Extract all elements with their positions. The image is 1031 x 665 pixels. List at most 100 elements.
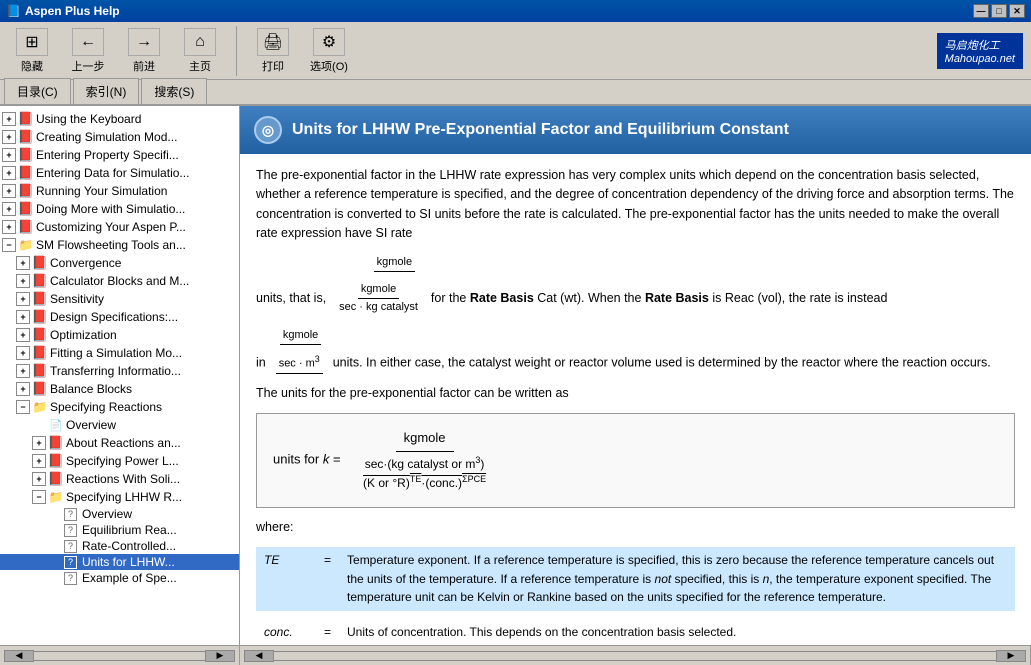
- sidebar-item-rate-controlled[interactable]: ? Rate-Controlled...: [0, 538, 239, 554]
- sidebar-label-equilibrium: Equilibrium Rea...: [82, 523, 177, 537]
- sidebar-item-about[interactable]: + 📕 About Reactions an...: [0, 434, 239, 452]
- hide-icon: ⊞: [16, 28, 48, 56]
- sidebar-item-power[interactable]: + 📕 Specifying Power L...: [0, 452, 239, 470]
- expand-property[interactable]: +: [2, 148, 16, 162]
- eq-conc: =: [316, 619, 339, 645]
- forward-button[interactable]: → 前进: [120, 26, 168, 76]
- sidebar-label-units-lhhw: Units for LHHW...: [82, 555, 175, 569]
- sidebar-label-specifying: Specifying Reactions: [50, 400, 162, 414]
- print-button[interactable]: 🖨 打印: [249, 26, 297, 76]
- expand-doing[interactable]: +: [2, 202, 16, 216]
- back-button[interactable]: ← 上一步: [64, 26, 112, 76]
- sidebar-item-design[interactable]: + 📕 Design Specifications:...: [0, 308, 239, 326]
- options-icon: ⚙: [313, 28, 345, 56]
- sidebar-item-transferring[interactable]: + 📕 Transferring Informatio...: [0, 362, 239, 380]
- sidebar-item-solid[interactable]: + 📕 Reactions With Soli...: [0, 470, 239, 488]
- sidebar-item-equilibrium[interactable]: ? Equilibrium Rea...: [0, 522, 239, 538]
- back-label: 上一步: [72, 58, 105, 74]
- expand-power[interactable]: +: [32, 454, 46, 468]
- expand-convergence[interactable]: +: [16, 256, 30, 270]
- expand-keyboard[interactable]: +: [2, 112, 16, 126]
- h-scroll-content-right[interactable]: ▶: [996, 650, 1026, 662]
- para3: in sec · m3 units. In either case, the c…: [256, 353, 1015, 374]
- sidebar-item-customizing[interactable]: + 📕 Customizing Your Aspen P...: [0, 218, 239, 236]
- folder-icon-sm: 📁: [18, 237, 34, 253]
- expand-about[interactable]: +: [32, 436, 46, 450]
- units-fraction-2: kgmole sec · kg catalyst: [336, 281, 421, 316]
- expand-running[interactable]: +: [2, 184, 16, 198]
- sidebar-item-running[interactable]: + 📕 Running Your Simulation: [0, 182, 239, 200]
- expand-customizing[interactable]: +: [2, 220, 16, 234]
- sidebar-item-overview1[interactable]: 📄 Overview: [0, 416, 239, 434]
- forward-icon: →: [128, 28, 160, 56]
- hide-button[interactable]: ⊞ 隐藏: [8, 26, 56, 76]
- book-icon-4: 📕: [18, 165, 34, 181]
- book-icon-5: 📕: [18, 183, 34, 199]
- expand-entering-data[interactable]: +: [2, 166, 16, 180]
- sidebar-item-optimization[interactable]: + 📕 Optimization: [0, 326, 239, 344]
- home-icon: ⌂: [184, 28, 216, 56]
- book-icon-11: 📕: [32, 309, 48, 325]
- expand-fitting[interactable]: +: [16, 346, 30, 360]
- sidebar-item-example[interactable]: ? Example of Spe...: [0, 570, 239, 586]
- forward-label: 前进: [133, 58, 155, 74]
- print-icon: 🖨: [257, 28, 289, 56]
- sidebar-item-units-lhhw[interactable]: ? Units for LHHW...: [0, 554, 239, 570]
- content-header: ◎ Units for LHHW Pre-Exponential Factor …: [240, 106, 1031, 154]
- expand-calc[interactable]: +: [16, 274, 30, 288]
- expand-transferring[interactable]: +: [16, 364, 30, 378]
- options-button[interactable]: ⚙ 选项(O): [305, 26, 353, 76]
- sidebar-label-solid: Reactions With Soli...: [66, 472, 180, 486]
- sidebar-item-calc[interactable]: + 📕 Calculator Blocks and M...: [0, 272, 239, 290]
- expand-sm[interactable]: −: [2, 238, 16, 252]
- sidebar-item-convergence[interactable]: + 📕 Convergence: [0, 254, 239, 272]
- expand-sensitivity[interactable]: +: [16, 292, 30, 306]
- sidebar-label-optimization: Optimization: [50, 328, 117, 342]
- sidebar-label-doing: Doing More with Simulatio...: [36, 202, 185, 216]
- sidebar-item-balance[interactable]: + 📕 Balance Blocks: [0, 380, 239, 398]
- sidebar-item-entering-data[interactable]: + 📕 Entering Data for Simulatio...: [0, 164, 239, 182]
- expand-lhhw[interactable]: −: [32, 490, 46, 504]
- sidebar-label-convergence: Convergence: [50, 256, 121, 270]
- sidebar-item-specifying[interactable]: − 📁 Specifying Reactions: [0, 398, 239, 416]
- home-button[interactable]: ⌂ 主页: [176, 26, 224, 76]
- sidebar-label-transferring: Transferring Informatio...: [50, 364, 181, 378]
- formula-units-line1: kgmole: [256, 254, 1015, 273]
- h-scroll-left[interactable]: ◀: [4, 650, 34, 662]
- sidebar-item-lhhw[interactable]: − 📁 Specifying LHHW R...: [0, 488, 239, 506]
- title-controls: — □ ✕: [973, 4, 1025, 18]
- sidebar-item-sensitivity[interactable]: + 📕 Sensitivity: [0, 290, 239, 308]
- sidebar-item-sm[interactable]: − 📁 SM Flowsheeting Tools an...: [0, 236, 239, 254]
- expand-balance[interactable]: +: [16, 382, 30, 396]
- rate-basis-2: Rate Basis: [645, 291, 709, 305]
- k-formula: units for k = kgmole sec·(kg catalyst or…: [256, 413, 1015, 507]
- sidebar-item-lhhw-overview[interactable]: ? Overview: [0, 506, 239, 522]
- expand-optimization[interactable]: +: [16, 328, 30, 342]
- tab-search[interactable]: 搜索(S): [141, 78, 207, 104]
- sidebar-label-fitting: Fitting a Simulation Mo...: [50, 346, 182, 360]
- sidebar-item-creating[interactable]: + 📕 Creating Simulation Mod...: [0, 128, 239, 146]
- tab-index[interactable]: 索引(N): [73, 78, 140, 104]
- maximize-button[interactable]: □: [991, 4, 1007, 18]
- sidebar-item-keyboard[interactable]: + 📕 Using the Keyboard: [0, 110, 239, 128]
- close-button[interactable]: ✕: [1009, 4, 1025, 18]
- h-scroll-content-left[interactable]: ◀: [244, 650, 274, 662]
- tab-contents[interactable]: 目录(C): [4, 78, 71, 104]
- sidebar-item-doing[interactable]: + 📕 Doing More with Simulatio...: [0, 200, 239, 218]
- hide-label: 隐藏: [21, 58, 43, 74]
- expand-creating[interactable]: +: [2, 130, 16, 144]
- para1: The pre-exponential factor in the LHHW r…: [256, 166, 1015, 244]
- sidebar-label-creating: Creating Simulation Mod...: [36, 130, 177, 144]
- minimize-button[interactable]: —: [973, 4, 989, 18]
- branding: 马启炮化工Mahoupao.net: [937, 33, 1023, 69]
- sidebar-label-lhhw: Specifying LHHW R...: [66, 490, 182, 504]
- sidebar-item-property[interactable]: + 📕 Entering Property Specifi...: [0, 146, 239, 164]
- h-scroll-right[interactable]: ▶: [205, 650, 235, 662]
- expand-solid[interactable]: +: [32, 472, 46, 486]
- expand-design[interactable]: +: [16, 310, 30, 324]
- units-num-1: kgmole: [374, 254, 415, 272]
- tab-row: 目录(C) 索引(N) 搜索(S): [0, 80, 1031, 106]
- question-icon-4: ?: [64, 556, 77, 569]
- expand-specifying[interactable]: −: [16, 400, 30, 414]
- sidebar-item-fitting[interactable]: + 📕 Fitting a Simulation Mo...: [0, 344, 239, 362]
